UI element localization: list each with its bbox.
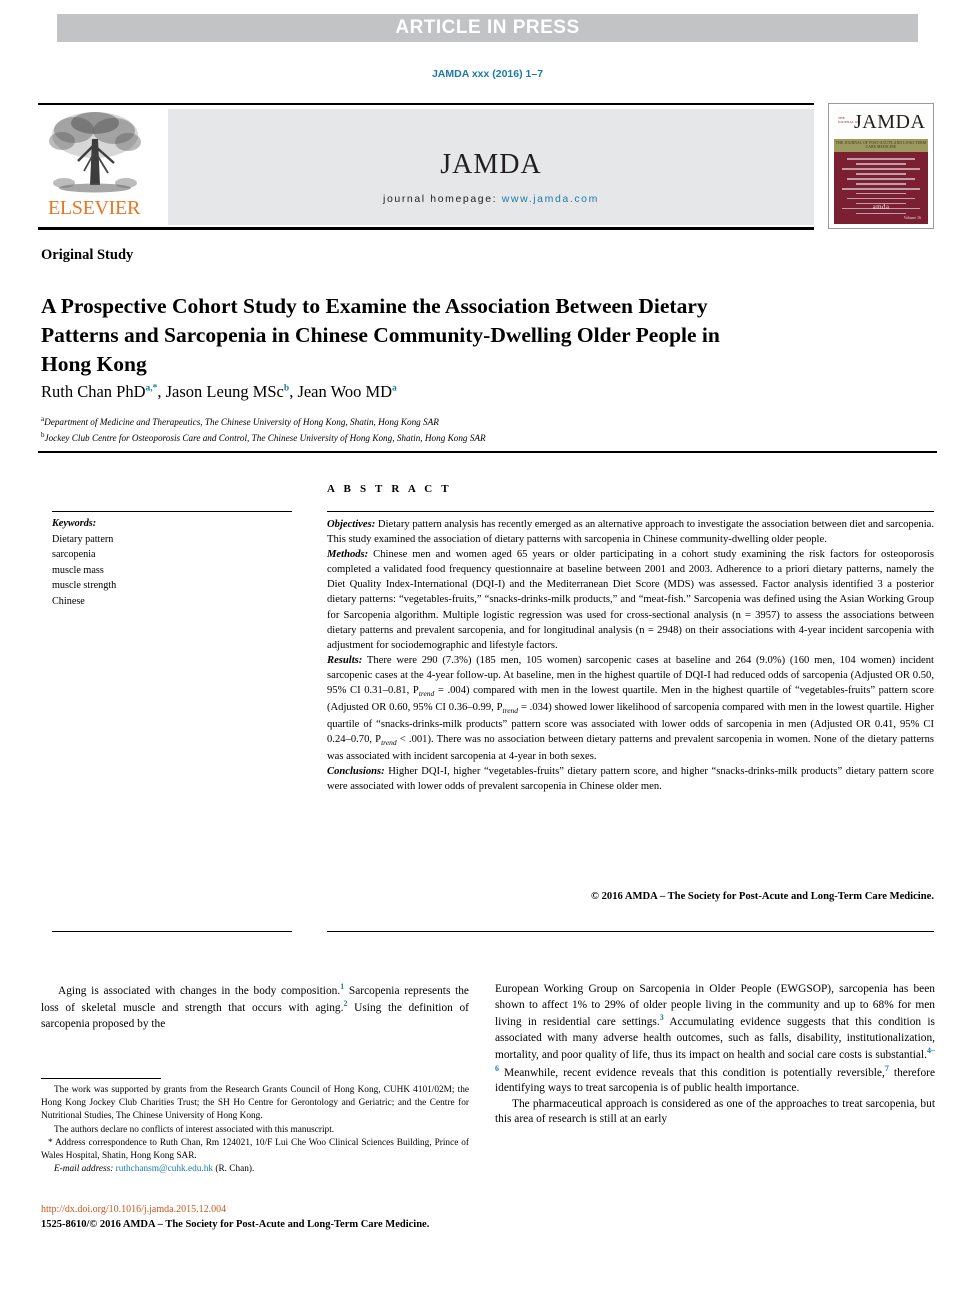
abstract-methods-text: Chinese men and women aged 65 years or o…	[327, 549, 934, 651]
journal-homepage-label: journal homepage:	[383, 193, 498, 205]
keywords-top-rule	[52, 511, 292, 513]
journal-homepage-link[interactable]: www.jamda.com	[502, 193, 599, 205]
affiliation-text: Department of Medicine and Therapeutics,…	[44, 417, 439, 428]
abstract-conclusions: Conclusions: Higher DQI-I, higher “veget…	[327, 764, 934, 794]
cover-society-logo: amda	[872, 203, 890, 211]
keyword-item: Dietary pattern	[52, 533, 114, 545]
abstract-top-rule	[327, 511, 934, 513]
abstract-objectives: Objectives: Dietary pattern analysis has…	[327, 517, 934, 547]
body-paragraph: Aging is associated with changes in the …	[41, 982, 469, 1032]
body-column-left: Aging is associated with changes in the …	[41, 982, 469, 1032]
abstract-results-label: Results:	[327, 654, 363, 666]
body-column-right: European Working Group on Sarcopenia in …	[495, 982, 935, 1128]
article-in-press-banner: ARTICLE IN PRESS	[57, 14, 918, 42]
abstract-methods: Methods: Chinese men and women aged 65 y…	[327, 547, 934, 653]
keyword-item: muscle strength	[52, 580, 117, 591]
body-paragraph: European Working Group on Sarcopenia in …	[495, 982, 935, 1097]
abstract-results-text-4: < .001). There was no association betwee…	[327, 733, 934, 762]
footnote-divider-rule	[41, 1078, 161, 1080]
footnotes-block: The work was supported by grants from th…	[41, 1084, 469, 1176]
keywords-block: Keywords: Dietary pattern sarcopenia mus…	[52, 516, 302, 609]
author-affiliation-mark: a,*	[145, 383, 158, 394]
abstract-objectives-label: Objectives:	[327, 519, 376, 530]
body-paragraph: The pharmaceutical approach is considere…	[495, 1097, 935, 1126]
body-text: Aging is associated with changes in the …	[58, 984, 341, 997]
footnote-funding: The work was supported by grants from th…	[41, 1085, 469, 1122]
footnote-correspondence: * Address correspondence to Ruth Chan, R…	[41, 1137, 469, 1163]
issn-copyright-line: 1525-8610/© 2016 AMDA – The Society for …	[41, 1219, 430, 1230]
journal-masthead: ELSEVIER JAMDA journal homepage: www.jam…	[38, 103, 937, 230]
abstract-methods-label: Methods:	[327, 549, 369, 561]
header-divider-rule	[38, 451, 937, 453]
email-owner: (R. Chan).	[213, 1164, 255, 1175]
article-section-label: Original Study	[41, 247, 134, 263]
keywords-heading: Keywords:	[52, 518, 97, 529]
cover-header-band: THE JOURNAL OF JAMDA	[834, 108, 928, 139]
affiliation-list: aDepartment of Medicine and Therapeutics…	[41, 414, 841, 446]
footnote-conflicts: The authors declare no conflicts of inte…	[54, 1124, 335, 1135]
abstract-results-subscript-3: trend	[381, 737, 397, 747]
journal-cover-thumbnail: THE JOURNAL OF JAMDA THE JOURNAL OF POST-…	[828, 103, 934, 229]
correspondence-text: Address correspondence to Ruth Chan, Rm …	[41, 1137, 469, 1161]
masthead-top-rule	[38, 103, 814, 105]
body-text: Meanwhile, recent evidence reveals that …	[499, 1066, 885, 1079]
affiliation-item: bJockey Club Centre for Osteoporosis Car…	[41, 430, 841, 446]
doi-link[interactable]: http://dx.doi.org/10.1016/j.jamda.2015.1…	[41, 1204, 226, 1215]
article-in-press-label: ARTICLE IN PRESS	[395, 17, 580, 38]
abstract-objectives-text: Dietary pattern analysis has recently em…	[327, 519, 934, 546]
author-name: Ruth Chan PhD	[41, 382, 146, 401]
affiliation-item: aDepartment of Medicine and Therapeutics…	[41, 414, 841, 430]
abstract-bottom-rule	[327, 931, 934, 933]
masthead-bottom-rule	[38, 227, 814, 230]
cover-subtitle: THE JOURNAL OF POST-ACUTE AND LONG-TERM …	[835, 141, 927, 149]
abstract-conclusions-label: Conclusions:	[327, 765, 385, 777]
cover-background: THE JOURNAL OF JAMDA THE JOURNAL OF POST-…	[834, 108, 928, 224]
keywords-bottom-rule	[52, 931, 292, 933]
keyword-item: sarcopenia	[52, 549, 96, 560]
abstract-results: Results: There were 290 (7.3%) (185 men,…	[327, 653, 934, 764]
author-affiliation-mark: a	[392, 383, 397, 394]
journal-citation-line: JAMDA xxx (2016) 1–7	[431, 68, 544, 80]
author-name: Jason Leung MSc	[165, 382, 284, 401]
affiliation-text: Jockey Club Centre for Osteoporosis Care…	[44, 433, 486, 444]
abstract-conclusions-text: Higher DQI-I, higher “vegetables-fruits”…	[327, 765, 934, 792]
abstract-body: Objectives: Dietary pattern analysis has…	[327, 517, 934, 794]
abstract-heading: A B S T R A C T	[327, 483, 452, 495]
author-name: Jean Woo MD	[297, 382, 393, 401]
elsevier-wordmark: ELSEVIER	[47, 197, 141, 219]
journal-homepage-line: journal homepage: www.jamda.com	[168, 193, 814, 205]
article-title: A Prospective Cohort Study to Examine th…	[41, 294, 720, 376]
keyword-item: Chinese	[52, 595, 85, 607]
abstract-copyright: © 2016 AMDA – The Society for Post-Acute…	[591, 891, 934, 902]
cover-volume-note: Volume 16	[903, 215, 921, 220]
abstract-results-subscript-1: trend	[418, 689, 435, 699]
cover-title: JAMDA	[854, 111, 926, 133]
email-label: E-mail address:	[54, 1164, 114, 1175]
journal-title: JAMDA	[440, 149, 542, 180]
elsevier-logo: ELSEVIER	[40, 109, 148, 225]
journal-title-band: JAMDA journal homepage: www.jamda.com	[168, 109, 814, 225]
abstract-results-subscript-2: trend	[502, 705, 519, 715]
email-link[interactable]: ruthchansm@cuhk.edu.hk	[116, 1164, 213, 1174]
footnote-email: E-mail address: ruthchansm@cuhk.edu.hk (…	[41, 1163, 469, 1176]
elsevier-tree-icon	[49, 112, 141, 193]
keyword-item: muscle mass	[52, 564, 104, 576]
author-list: Ruth Chan PhDa,*, Jason Leung MScb, Jean…	[41, 382, 397, 401]
author-affiliation-mark: b	[283, 383, 290, 394]
